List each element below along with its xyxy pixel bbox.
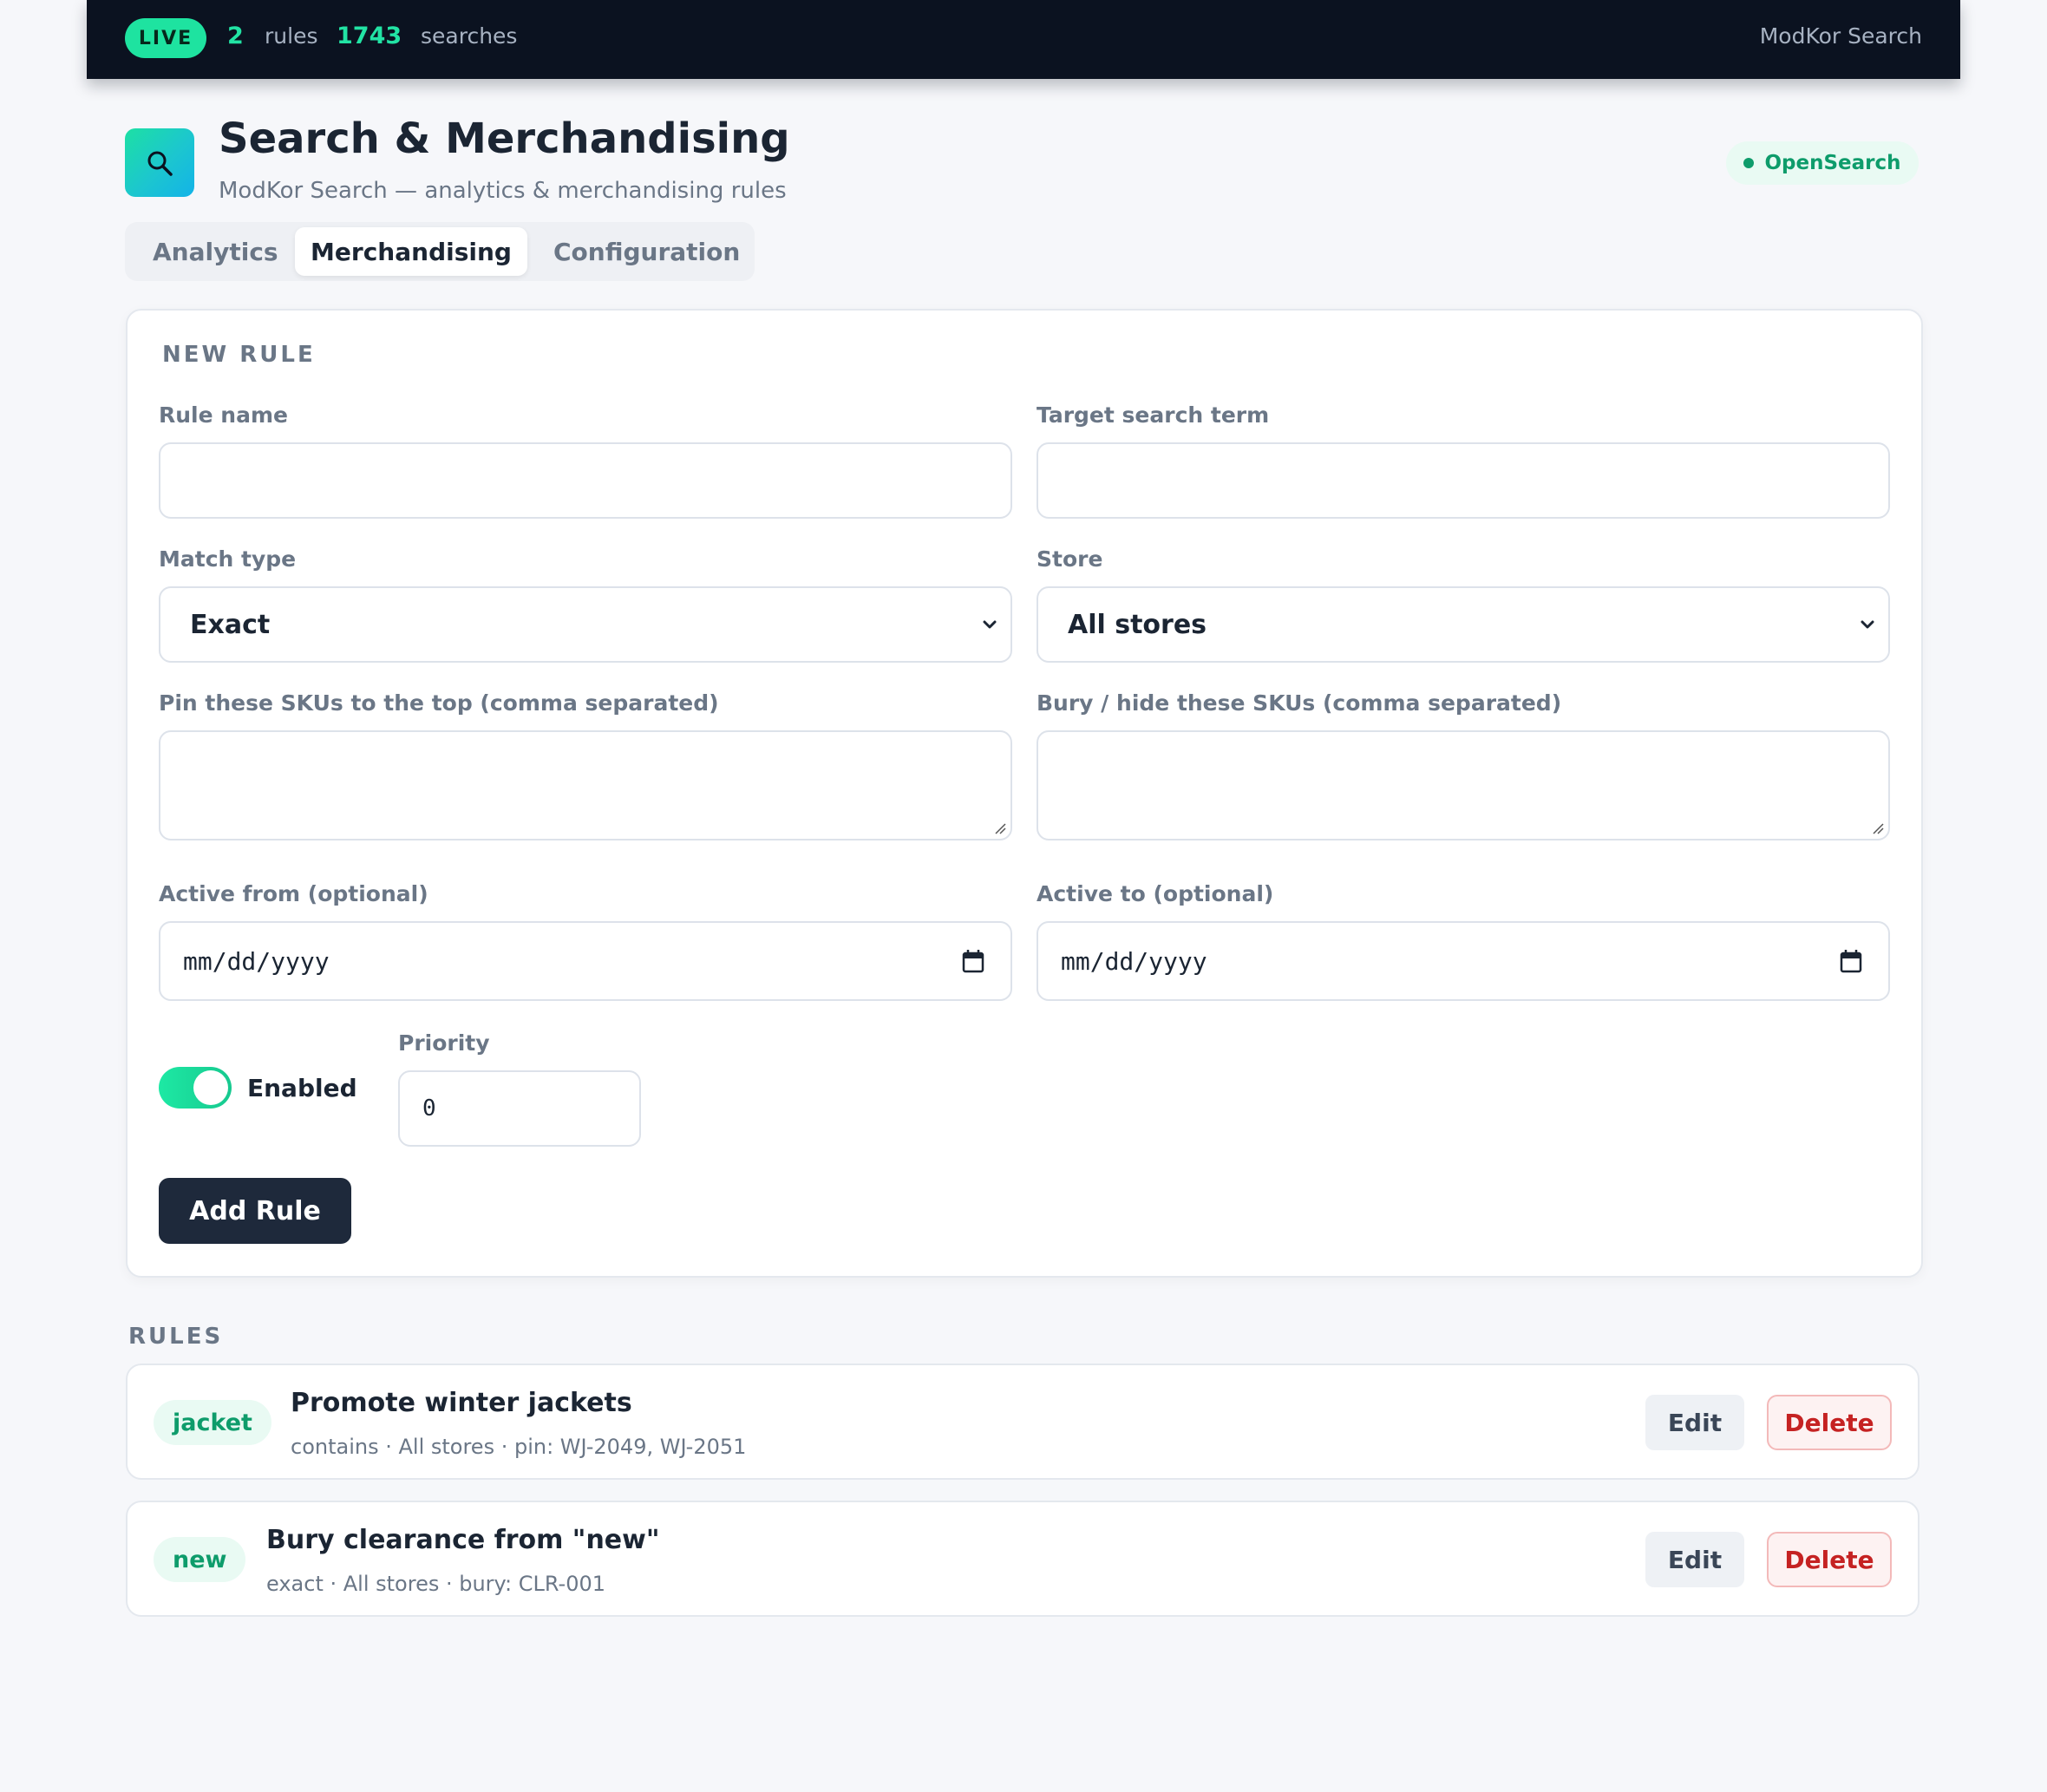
new-rule-card: NEW RULE Rule name Target search term Ma… (126, 309, 1923, 1278)
chevron-down-icon (1861, 620, 1874, 629)
edit-rule-button[interactable]: Edit (1645, 1532, 1744, 1587)
edit-rule-button[interactable]: Edit (1645, 1395, 1744, 1450)
rule-title: Bury clearance from "new" (266, 1525, 660, 1555)
bury-skus-label: Bury / hide these SKUs (comma separated) (1037, 690, 1562, 716)
toggle-knob (193, 1070, 228, 1105)
rule-item: new Bury clearance from "new" exact · Al… (126, 1501, 1919, 1617)
add-rule-button[interactable]: Add Rule (159, 1178, 351, 1244)
rules-count: 2 (227, 23, 244, 49)
tab-bar: Analytics Merchandising Configuration (125, 222, 755, 281)
search-icon (147, 151, 173, 176)
searches-count-label: searches (421, 23, 518, 49)
active-to-label: Active to (optional) (1037, 881, 1274, 906)
tab-merchandising[interactable]: Merchandising (295, 227, 527, 276)
status-dot-icon (1743, 158, 1755, 168)
pin-skus-label: Pin these SKUs to the top (comma separat… (159, 690, 719, 716)
chevron-down-icon (983, 620, 997, 629)
delete-rule-button[interactable]: Delete (1767, 1395, 1892, 1450)
search-engine-label: OpenSearch (1764, 152, 1901, 174)
store-label: Store (1037, 546, 1103, 572)
active-from-date-input[interactable]: mm/dd/yyyy (159, 921, 1012, 1001)
calendar-icon[interactable] (962, 949, 984, 973)
resize-handle-icon[interactable] (993, 821, 1007, 835)
tab-analytics[interactable]: Analytics (153, 222, 278, 281)
searches-count: 1743 (337, 23, 402, 49)
app-logo (125, 128, 194, 197)
rule-term-badge: jacket (154, 1400, 271, 1445)
new-rule-heading: NEW RULE (162, 342, 316, 368)
match-type-select[interactable]: Exact (159, 586, 1012, 663)
rule-meta: contains · All stores · pin: WJ-2049, WJ… (291, 1435, 747, 1459)
enabled-label: Enabled (247, 1074, 357, 1102)
active-to-value: mm/dd/yyyy (1061, 946, 1207, 976)
store-value: All stores (1068, 609, 1207, 640)
rules-heading: RULES (128, 1324, 224, 1350)
tab-configuration[interactable]: Configuration (553, 222, 740, 281)
page-subtitle: ModKor Search — analytics & merchandisin… (219, 178, 787, 204)
rule-item: jacket Promote winter jackets contains ·… (126, 1364, 1919, 1480)
priority-label: Priority (398, 1030, 490, 1056)
active-to-date-input[interactable]: mm/dd/yyyy (1037, 921, 1890, 1001)
rule-name-input[interactable] (159, 442, 1012, 519)
resize-handle-icon[interactable] (1871, 821, 1885, 835)
match-type-value: Exact (190, 609, 271, 640)
priority-input[interactable]: 0 (398, 1070, 641, 1147)
rule-term-badge: new (154, 1537, 246, 1582)
search-engine-badge: OpenSearch (1726, 141, 1919, 185)
active-from-label: Active from (optional) (159, 881, 428, 906)
live-badge: LIVE (125, 18, 206, 58)
top-status-bar: LIVE 2 rules 1743 searches ModKor Search (87, 0, 1960, 79)
target-search-term-input[interactable] (1037, 442, 1890, 519)
priority-value: 0 (422, 1095, 436, 1122)
target-search-term-label: Target search term (1037, 402, 1270, 428)
brand-name: ModKor Search (1759, 23, 1922, 49)
match-type-label: Match type (159, 546, 297, 572)
rule-title: Promote winter jackets (291, 1388, 632, 1418)
rule-meta: exact · All stores · bury: CLR-001 (266, 1572, 606, 1596)
calendar-icon[interactable] (1840, 949, 1862, 973)
store-select[interactable]: All stores (1037, 586, 1890, 663)
bury-skus-textarea[interactable] (1037, 730, 1890, 840)
active-from-value: mm/dd/yyyy (183, 946, 330, 976)
delete-rule-button[interactable]: Delete (1767, 1532, 1892, 1587)
rules-count-label: rules (265, 23, 318, 49)
enabled-toggle[interactable] (159, 1067, 232, 1109)
page-title: Search & Merchandising (219, 114, 790, 163)
pin-skus-textarea[interactable] (159, 730, 1012, 840)
rule-name-label: Rule name (159, 402, 288, 428)
